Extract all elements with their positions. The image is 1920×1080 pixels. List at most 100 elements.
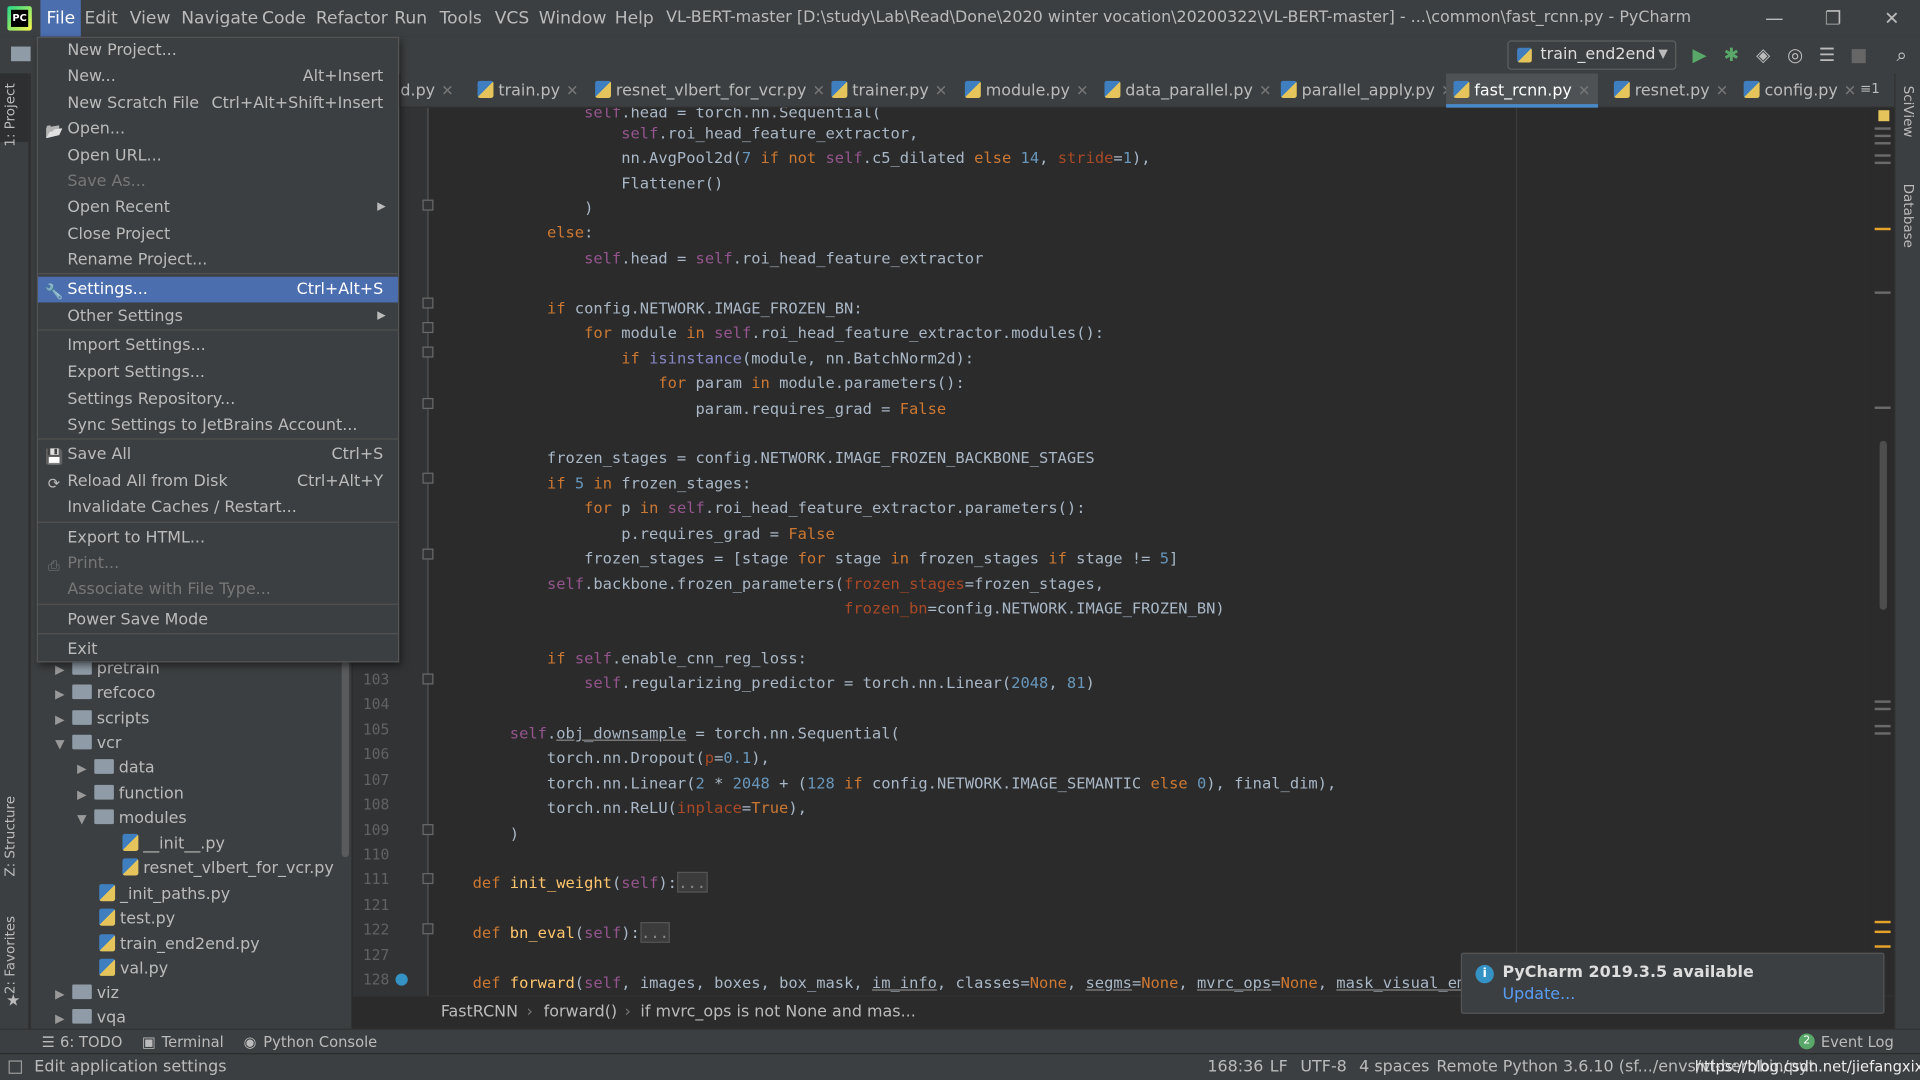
fold-marker-icon[interactable] [422, 673, 434, 685]
menu-item-open-recent[interactable]: Open Recent ▶ [38, 195, 398, 221]
stop-icon[interactable]: ■ [1847, 43, 1871, 67]
code-line[interactable]: param.requires_grad = False [473, 397, 946, 421]
collapsed-arrow-icon[interactable]: ▶ [77, 758, 94, 782]
menu-item-sync-settings-to-jetbrains-account[interactable]: Sync Settings to JetBrains Account... [38, 413, 398, 439]
close-tab-icon[interactable]: ✕ [1716, 82, 1728, 99]
close-tab-icon[interactable]: ✕ [935, 82, 947, 99]
menu-item-power-save-mode[interactable]: Power Save Mode [38, 607, 398, 633]
fold-marker-icon[interactable] [422, 297, 434, 309]
coverage-icon[interactable]: ◈ [1751, 43, 1775, 67]
code-line[interactable]: ) [473, 822, 519, 846]
code-line[interactable]: for p in self.roi_head_feature_extractor… [473, 496, 1085, 520]
fold-marker-icon[interactable] [422, 397, 434, 409]
menu-item-import-settings[interactable]: Import Settings... [38, 333, 398, 359]
code-line[interactable]: self.obj_downsample = torch.nn.Sequentia… [473, 721, 900, 745]
close-window-button[interactable]: ✕ [1864, 0, 1920, 37]
menu-item-other-settings[interactable]: Other Settings ▶ [38, 304, 398, 330]
tree-folder[interactable]: ▼ vcr [31, 732, 121, 757]
line-separator[interactable]: LF [1270, 1054, 1288, 1080]
menu-item-settings-repository[interactable]: Settings Repository... [38, 387, 398, 413]
close-tab-icon[interactable]: ✕ [441, 82, 453, 99]
code-line[interactable]: torch.nn.ReLU(inplace=True), [473, 796, 807, 820]
tab-d-py[interactable]: d.py ✕ [400, 73, 460, 107]
menu-tools[interactable]: Tools [433, 0, 487, 37]
code-line[interactable]: if isinstance(module, nn.BatchNorm2d): [473, 347, 974, 371]
code-line[interactable]: nn.AvgPool2d(7 if not self.c5_dilated el… [473, 146, 1150, 170]
code-line[interactable]: frozen_bn=config.NETWORK.IMAGE_FROZEN_BN… [473, 596, 1225, 620]
fold-marker-icon[interactable] [422, 873, 434, 885]
fold-marker-icon[interactable] [422, 346, 434, 358]
collapsed-arrow-icon[interactable]: ▶ [55, 709, 72, 733]
fold-marker-icon[interactable] [422, 199, 434, 211]
menu-item-new[interactable]: New... Alt+Insert [38, 64, 398, 90]
code-line[interactable]: Flattener() [473, 171, 723, 195]
code-line[interactable]: torch.nn.Dropout(p=0.1), [473, 746, 770, 770]
run-configuration-dropdown[interactable]: train_end2end ▼ [1507, 40, 1677, 70]
overridden-method-icon[interactable] [395, 973, 408, 986]
tree-folder[interactable]: ▶ scripts [31, 708, 149, 733]
menu-item-new-scratch-file[interactable]: New Scratch File Ctrl+Alt+Shift+Insert [38, 91, 398, 117]
breadcrumb-item-if[interactable]: if mvrc_ops is not None and mas... [640, 997, 915, 1029]
menu-item-open[interactable]: 📂 Open... [38, 116, 398, 142]
caret-position[interactable]: 168:36 [1207, 1054, 1263, 1080]
terminal-tool-tab[interactable]: Terminal [162, 1030, 224, 1054]
expanded-arrow-icon[interactable]: ▼ [55, 733, 72, 757]
project-scrollbar[interactable] [341, 661, 349, 858]
code-line[interactable]: ) [473, 196, 593, 220]
tree-file[interactable]: test.py [31, 907, 175, 931]
code-line[interactable]: if config.NETWORK.IMAGE_FROZEN_BN: [473, 296, 863, 320]
code-line[interactable]: def forward(self, images, boxes, box_mas… [473, 971, 1560, 995]
close-tab-icon[interactable]: ✕ [813, 82, 825, 99]
menu-item-rename-project[interactable]: Rename Project... [38, 247, 398, 273]
favorites-tool-label[interactable]: 2: Favorites [2, 916, 18, 994]
tree-file[interactable]: train_end2end.py [31, 933, 260, 957]
tree-folder[interactable]: ▶ function [31, 782, 184, 806]
event-log-tab[interactable]: Event Log [1821, 1030, 1894, 1054]
update-link[interactable]: Update... [1502, 986, 1575, 1004]
close-tab-icon[interactable]: ✕ [566, 82, 578, 99]
tree-file[interactable]: val.py [31, 958, 169, 982]
code-line[interactable]: p.requires_grad = False [473, 522, 835, 546]
code-line[interactable]: frozen_stages = [stage for stage in froz… [473, 546, 1178, 570]
menu-view[interactable]: View [124, 0, 177, 37]
tab-train-py[interactable]: train.py ✕ [470, 73, 586, 107]
code-line[interactable]: self.regularizing_predictor = torch.nn.L… [473, 671, 1095, 695]
menu-item-close-project[interactable]: Close Project [38, 222, 398, 248]
tab-config-py[interactable]: config.py ✕ [1736, 73, 1863, 107]
collapsed-arrow-icon[interactable]: ▶ [55, 683, 72, 707]
search-icon[interactable]: ⌕ [1889, 43, 1913, 67]
menu-item-export-to-html[interactable]: Export to HTML... [38, 525, 398, 551]
menu-item-reload-all-from-disk[interactable]: ⟳ Reload All from Disk Ctrl+Alt+Y [38, 469, 398, 495]
code-line[interactable]: self.backbone.frozen_parameters(frozen_s… [473, 572, 1104, 596]
fold-marker-icon[interactable] [422, 472, 434, 484]
concurrency-icon[interactable]: ☰ [1815, 43, 1839, 67]
indent-setting[interactable]: 4 spaces [1359, 1054, 1429, 1080]
code-line[interactable]: frozen_stages = config.NETWORK.IMAGE_FRO… [473, 446, 1095, 470]
code-line[interactable]: for module in self.roi_head_feature_extr… [473, 321, 1104, 345]
collapsed-arrow-icon[interactable]: ▶ [55, 983, 72, 1007]
tab-module-py[interactable]: module.py ✕ [958, 73, 1096, 107]
menu-refactor[interactable]: Refactor [310, 0, 394, 37]
code-line[interactable]: def init_weight(self):... [473, 871, 708, 895]
tab-fast-rcnn-py[interactable]: fast_rcnn.py ✕ [1446, 73, 1598, 108]
tree-folder[interactable]: ▶ vqa [31, 1007, 126, 1031]
project-tool-label[interactable]: 1: Project [2, 83, 18, 146]
python-console-tool-tab[interactable]: Python Console [263, 1030, 377, 1054]
menu-item-exit[interactable]: Exit [38, 637, 398, 663]
restore-button[interactable]: ❐ [1805, 0, 1861, 37]
menu-run[interactable]: Run [388, 0, 433, 37]
structure-tool-label[interactable]: Z: Structure [2, 796, 18, 877]
menu-item-settings[interactable]: 🔧 Settings... Ctrl+Alt+S [37, 276, 398, 303]
fold-marker-icon[interactable] [422, 322, 434, 334]
breadcrumb-item-method[interactable]: forward() [544, 997, 617, 1029]
code-line[interactable]: self.roi_head_feature_extractor, [473, 121, 918, 145]
fold-marker-icon[interactable] [422, 548, 434, 560]
code-line[interactable]: self.head = self.roi_head_feature_extrac… [473, 246, 983, 270]
tab-data-parallel-py[interactable]: data_parallel.py ✕ [1097, 73, 1279, 107]
sciview-tool-label[interactable]: SciView [1900, 86, 1916, 138]
menu-item-new-project[interactable]: New Project... [38, 38, 398, 64]
debug-icon[interactable]: ✱ [1719, 43, 1743, 67]
code-line[interactable]: torch.nn.Linear(2 * 2048 + (128 if confi… [473, 771, 1336, 795]
tab-overflow-button[interactable]: ≡1 [1860, 81, 1880, 97]
run-icon[interactable]: ▶ [1687, 43, 1711, 67]
